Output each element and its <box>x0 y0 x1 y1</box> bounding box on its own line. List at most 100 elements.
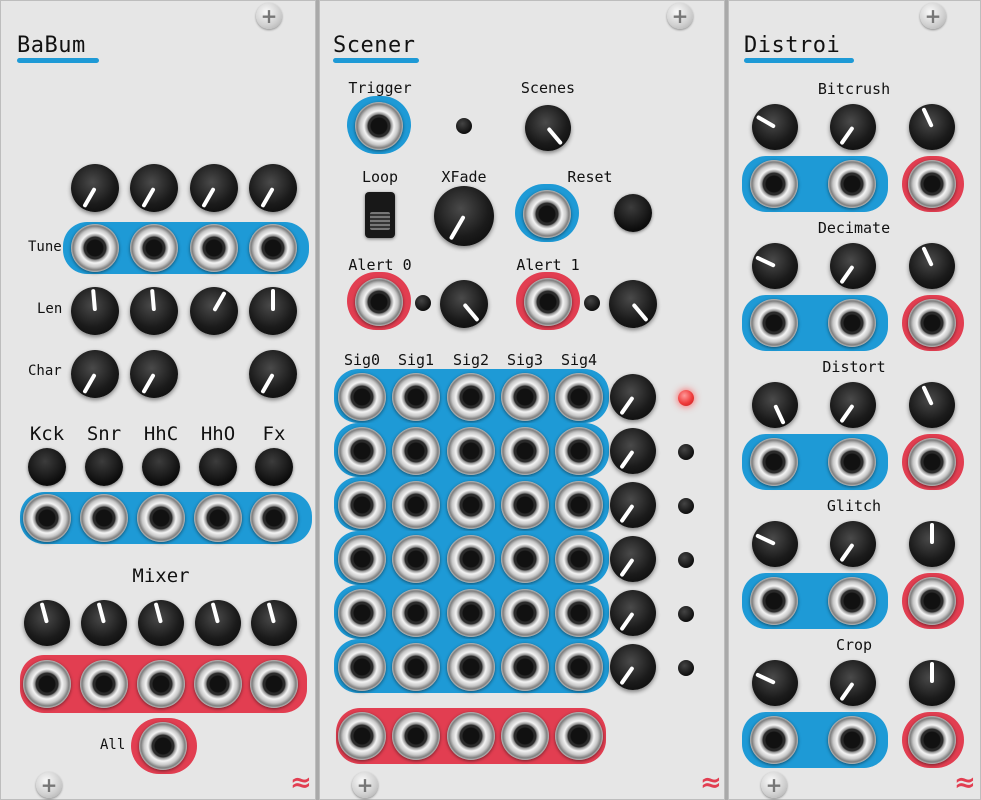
distort-in-jack[interactable] <box>750 438 798 486</box>
scene-4-sig1-jack[interactable] <box>392 589 440 637</box>
all-out-jack[interactable] <box>139 722 187 770</box>
crop-knob-1[interactable] <box>752 660 798 706</box>
scene-0-sig2-jack[interactable] <box>447 373 495 421</box>
len-knob-4[interactable] <box>249 287 297 335</box>
glitch-out-jack[interactable] <box>908 577 956 625</box>
mix-knob-hho[interactable] <box>195 600 241 646</box>
scene-1-sig0-jack[interactable] <box>338 427 386 475</box>
reset-button[interactable] <box>614 194 652 232</box>
scene-2-sig3-jack[interactable] <box>501 481 549 529</box>
bitcrush-knob-3[interactable] <box>909 104 955 150</box>
scene-4-sig2-jack[interactable] <box>447 589 495 637</box>
mix-out-jack-fx[interactable] <box>250 660 298 708</box>
scene-0-knob[interactable] <box>610 374 656 420</box>
tune-jack-3[interactable] <box>190 224 238 272</box>
len-knob-2[interactable] <box>130 287 178 335</box>
char-knob-4[interactable] <box>249 350 297 398</box>
distort-knob-3[interactable] <box>909 382 955 428</box>
alert0-knob[interactable] <box>440 280 488 328</box>
scene-3-sig1-jack[interactable] <box>392 535 440 583</box>
glitch-knob-1[interactable] <box>752 521 798 567</box>
bitcrush-out-jack[interactable] <box>908 160 956 208</box>
scene-2-sig1-jack[interactable] <box>392 481 440 529</box>
tune-knob-2[interactable] <box>130 164 178 212</box>
kck-jack[interactable] <box>23 494 71 542</box>
scene-0-sig1-jack[interactable] <box>392 373 440 421</box>
snr-jack[interactable] <box>80 494 128 542</box>
decimate-knob-1[interactable] <box>752 243 798 289</box>
scene-0-sig0-jack[interactable] <box>338 373 386 421</box>
scene-1-sig2-jack[interactable] <box>447 427 495 475</box>
scene-3-sig3-jack[interactable] <box>501 535 549 583</box>
tune-jack-2[interactable] <box>130 224 178 272</box>
scene-3-sig0-jack[interactable] <box>338 535 386 583</box>
bitcrush-in-jack[interactable] <box>750 160 798 208</box>
glitch-in-jack[interactable] <box>750 577 798 625</box>
reset-jack[interactable] <box>523 190 571 238</box>
scene-2-sig2-jack[interactable] <box>447 481 495 529</box>
bitcrush-cv-jack[interactable] <box>828 160 876 208</box>
glitch-cv-jack[interactable] <box>828 577 876 625</box>
scene-1-sig1-jack[interactable] <box>392 427 440 475</box>
scene-1-knob[interactable] <box>610 428 656 474</box>
mix-knob-kck[interactable] <box>24 600 70 646</box>
trigger-jack[interactable] <box>355 102 403 150</box>
scene-5-sig1-jack[interactable] <box>392 643 440 691</box>
char-knob-2[interactable] <box>130 350 178 398</box>
hho-button[interactable] <box>199 448 237 486</box>
crop-out-jack[interactable] <box>908 716 956 764</box>
scene-2-sig4-jack[interactable] <box>555 481 603 529</box>
alert1-knob[interactable] <box>609 280 657 328</box>
scene-5-sig4-jack[interactable] <box>555 643 603 691</box>
decimate-in-jack[interactable] <box>750 299 798 347</box>
scene-4-sig3-jack[interactable] <box>501 589 549 637</box>
scene-5-sig0-jack[interactable] <box>338 643 386 691</box>
sig2-out-jack[interactable] <box>447 712 495 760</box>
crop-cv-jack[interactable] <box>828 716 876 764</box>
scene-4-knob[interactable] <box>610 590 656 636</box>
scene-3-sig4-jack[interactable] <box>555 535 603 583</box>
scene-3-sig2-jack[interactable] <box>447 535 495 583</box>
crop-knob-3[interactable] <box>909 660 955 706</box>
hho-jack[interactable] <box>194 494 242 542</box>
hhc-jack[interactable] <box>137 494 185 542</box>
snr-button[interactable] <box>85 448 123 486</box>
char-knob-1[interactable] <box>71 350 119 398</box>
mix-out-jack-hho[interactable] <box>194 660 242 708</box>
loop-switch[interactable] <box>365 192 395 238</box>
distort-knob-2[interactable] <box>830 382 876 428</box>
decimate-cv-jack[interactable] <box>828 299 876 347</box>
scene-5-sig2-jack[interactable] <box>447 643 495 691</box>
glitch-knob-3[interactable] <box>909 521 955 567</box>
mix-out-jack-snr[interactable] <box>80 660 128 708</box>
scene-3-knob[interactable] <box>610 536 656 582</box>
xfade-knob[interactable] <box>434 186 494 246</box>
alert1-jack[interactable] <box>524 278 572 326</box>
scene-1-sig3-jack[interactable] <box>501 427 549 475</box>
distort-out-jack[interactable] <box>908 438 956 486</box>
crop-in-jack[interactable] <box>750 716 798 764</box>
sig4-out-jack[interactable] <box>555 712 603 760</box>
fx-button[interactable] <box>255 448 293 486</box>
mix-knob-fx[interactable] <box>251 600 297 646</box>
decimate-knob-2[interactable] <box>830 243 876 289</box>
scene-0-sig3-jack[interactable] <box>501 373 549 421</box>
len-knob-3[interactable] <box>190 287 238 335</box>
scene-5-sig3-jack[interactable] <box>501 643 549 691</box>
mix-out-jack-hhc[interactable] <box>137 660 185 708</box>
scene-1-sig4-jack[interactable] <box>555 427 603 475</box>
distort-knob-1[interactable] <box>752 382 798 428</box>
sig1-out-jack[interactable] <box>392 712 440 760</box>
mix-out-jack-kck[interactable] <box>23 660 71 708</box>
fx-jack[interactable] <box>250 494 298 542</box>
tune-knob-3[interactable] <box>190 164 238 212</box>
sig0-out-jack[interactable] <box>338 712 386 760</box>
bitcrush-knob-2[interactable] <box>830 104 876 150</box>
scenes-knob[interactable] <box>525 105 571 151</box>
tune-jack-4[interactable] <box>249 224 297 272</box>
scene-2-knob[interactable] <box>610 482 656 528</box>
scene-4-sig0-jack[interactable] <box>338 589 386 637</box>
kck-button[interactable] <box>28 448 66 486</box>
alert0-jack[interactable] <box>355 278 403 326</box>
scene-0-sig4-jack[interactable] <box>555 373 603 421</box>
